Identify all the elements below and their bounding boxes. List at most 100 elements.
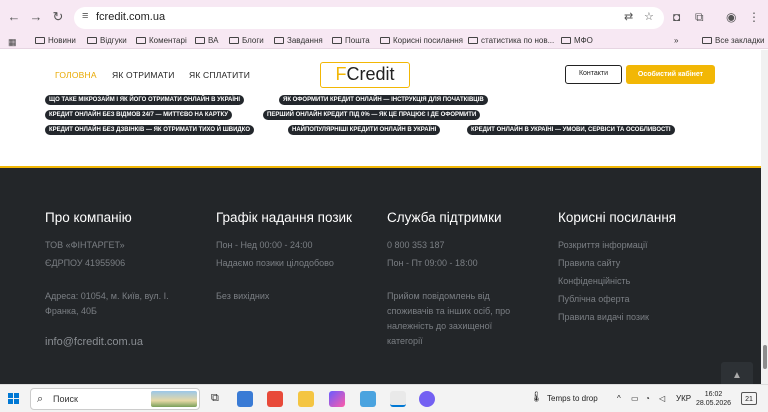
tag-link[interactable]: КРЕДИТ ОНЛАЙН БЕЗ ДЗВІНКІВ — ЯК ОТРИМАТИ… [45,125,254,135]
bookmark-item[interactable]: Пошта [332,36,370,45]
taskbar-search[interactable]: ⌕ Поиск [30,388,200,410]
folder-icon [702,37,712,44]
scrollbar-thumb[interactable] [763,345,767,369]
tag-link[interactable]: ЩО ТАКЕ МІКРОЗАЙМ І ЯК ЙОГО ОТРИМАТИ ОНЛ… [45,95,245,105]
translate-icon[interactable]: ⇄ [624,10,633,23]
bookmark-item[interactable]: Корисні посилання [380,36,463,45]
network-icon[interactable]: ◔ [645,394,650,403]
language-indicator[interactable]: УКР [676,394,691,403]
back-icon[interactable]: ← [6,9,22,25]
tag-link[interactable]: ПЕРШИЙ ОНЛАЙН КРЕДИТ ПІД 0% — ЯК ЦЕ ПРАЦ… [263,110,481,120]
support-note-line3: належність до захищеної [387,321,493,331]
address-bar[interactable]: ≡ fcredit.com.ua ⇄ ☆ [74,7,664,29]
bookmark-item[interactable]: Відгуки [87,36,127,45]
schedule-weekend: Без вихідних [216,291,270,301]
company-address-line2: Франка, 40Б [45,306,97,316]
search-icon: ⌕ [37,393,44,405]
search-highlight-image [151,391,197,407]
folder-icon [332,37,342,44]
chrome-app-icon[interactable] [390,391,406,407]
bookmark-item[interactable]: МФО [561,36,593,45]
all-bookmarks[interactable]: Все закладки [702,36,764,45]
bookmark-star-icon[interactable]: ☆ [644,10,654,23]
bookmark-item[interactable]: Завдання [274,36,323,45]
bookmark-item[interactable]: статистика по нов... [468,36,554,45]
url-text[interactable]: fcredit.com.ua [96,11,165,23]
bookmark-item[interactable]: Коментарі [136,36,187,45]
copilot-icon[interactable] [329,391,345,407]
contacts-button[interactable]: Контакти [565,65,622,84]
nav-how-to-get[interactable]: ЯК ОТРИМАТИ [112,70,175,80]
footer-link[interactable]: Конфіденційність [558,274,630,288]
footer-link[interactable]: Правила сайту [558,256,620,270]
store-app-icon[interactable] [237,391,253,407]
nav-how-to-pay[interactable]: ЯК СПЛАТИТИ [189,70,250,80]
support-phone[interactable]: 0 800 353 187 [387,238,445,252]
company-name: ТОВ «ФІНТАРГЕТ» [45,240,125,250]
reload-icon[interactable]: ↻ [50,9,66,25]
footer-company-title: Про компанію [45,210,132,225]
folder-icon [274,37,284,44]
tag-link[interactable]: НАЙПОПУЛЯРНІШІ КРЕДИТИ ОНЛАЙН В УКРАЇНІ [288,125,441,135]
folder-icon [87,37,97,44]
notification-badge[interactable]: 21 [741,392,757,405]
taskbar-clock[interactable]: 16:02 28.05.2026 [696,390,731,408]
browser-toolbar: ← → ↻ ≡ fcredit.com.ua ⇄ ☆ ◘ ⧉ ◉ ⋮ [0,0,768,35]
bookmarks-overflow-icon[interactable]: » [674,36,678,45]
tag-link[interactable]: ЯК ОФОРМИТИ КРЕДИТ ОНЛАЙН — ІНСТРУКЦІЯ Д… [279,95,488,105]
schedule-hours: Пон - Нед 00:00 - 24:00 [216,240,313,250]
weather-text[interactable]: Temps to drop [547,394,598,403]
folder-icon [35,37,45,44]
schedule-note: Надаємо позики цілодобово [216,258,334,268]
bookmarks-bar: ▦ Новини Відгуки Коментарі ВА Блоги Завд… [0,35,768,49]
forward-icon[interactable]: → [28,9,44,25]
notes-app-icon[interactable] [360,391,376,407]
clock-date: 28.05.2026 [696,400,732,407]
footer-link[interactable]: Правила видачі позик [558,310,649,324]
bookmark-item[interactable]: Новини [35,36,76,45]
tag-link[interactable]: КРЕДИТ ОНЛАЙН В УКРАЇНІ — УМОВИ, СЕРВІСИ… [467,125,675,135]
screenshot-icon[interactable]: ◘ [673,10,680,24]
tag-link[interactable]: КРЕДИТ ОНЛАЙН БЕЗ ВІДМОВ 24/7 — МИТТЄВО … [45,110,233,120]
menu-icon[interactable]: ⋮ [748,10,760,24]
volume-icon[interactable]: ◁ [659,394,665,403]
site-info-icon[interactable]: ≡ [82,10,88,22]
viber-app-icon[interactable] [419,391,435,407]
footer-link[interactable]: Розкриття інформації [558,238,647,252]
tray-chevron-icon[interactable]: ^ [617,394,621,403]
support-note-line2: споживачів та інших осіб, про [387,306,511,316]
footer-link[interactable]: Публічна оферта [558,292,630,306]
site-footer: Про компанію ТОВ «ФІНТАРГЕТ» ЄДРПОУ 4195… [0,168,768,390]
task-view-icon[interactable]: ⧉ [211,392,219,405]
company-address-line1: Адреса: 01054, м. Київ, вул. І. [45,291,169,301]
folder-icon [195,37,205,44]
extensions-icon[interactable]: ⧉ [695,10,704,25]
footer-links-title: Корисні посилання [558,210,677,225]
support-note-line1: Прийом повідомлень від [387,291,490,301]
nav-home[interactable]: ГОЛОВНА [55,70,97,80]
windows-start-icon[interactable] [8,393,20,405]
company-email[interactable]: info@fcredit.com.ua [45,336,143,348]
folder-icon [468,37,478,44]
footer-schedule-title: Графік надання позик [216,210,352,225]
weather-icon[interactable]: 🌡 [530,392,543,403]
support-note-line4: категорії [387,336,423,346]
clock-time: 16:02 [704,391,723,398]
site-logo[interactable]: FCredit [320,62,410,88]
page-scrollbar[interactable] [761,50,768,384]
folder-icon [229,37,239,44]
bookmark-item[interactable]: ВА [195,36,218,45]
battery-icon[interactable]: ▭ [631,394,639,403]
bookmark-item[interactable]: Блоги [229,36,264,45]
folder-icon [561,37,571,44]
profile-icon[interactable]: ◉ [726,10,736,24]
folder-icon [380,37,390,44]
office-app-icon[interactable] [267,391,283,407]
file-explorer-icon[interactable] [298,391,314,407]
cabinet-button[interactable]: Особистий кабінет [626,65,715,84]
company-edrpou: ЄДРПОУ 41955906 [45,258,126,268]
chevron-up-icon: ▲ [732,370,742,381]
support-hours: Пон - Пт 09:00 - 18:00 [387,258,478,268]
footer-support-title: Служба підтримки [387,210,502,225]
apps-grid-icon[interactable]: ▦ [8,37,17,48]
